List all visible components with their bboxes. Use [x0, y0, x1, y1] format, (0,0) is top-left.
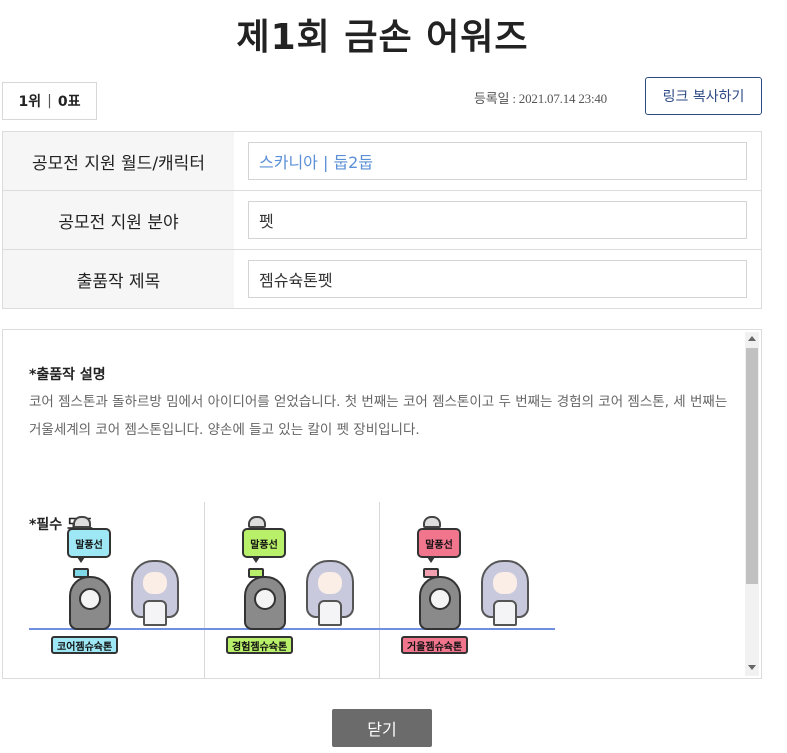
flower-icon — [79, 588, 101, 610]
stone-top-icon — [73, 516, 91, 528]
gemstone-pet-icon — [244, 568, 286, 630]
entry-title-field: 젬슈슉톤펫 — [248, 260, 747, 298]
pet-name-tag: 경험젬슈슉톤 — [226, 636, 294, 654]
flower-icon — [254, 588, 276, 610]
speech-bubble: 말풍선 — [67, 528, 111, 563]
info-label: 출품작 제목 — [3, 250, 234, 308]
stone-top-icon — [248, 516, 266, 528]
scroll-thumb[interactable] — [746, 348, 758, 584]
vertical-scrollbar[interactable] — [745, 332, 759, 676]
copy-link-button[interactable]: 링크 복사하기 — [645, 77, 762, 115]
scroll-down-arrow-icon[interactable] — [748, 665, 756, 670]
sprite-panel-experience: 말풍선 경험젬슈슉톤 — [204, 502, 379, 678]
character-face — [493, 572, 517, 594]
votes-label: 0표 — [57, 94, 81, 110]
character-dress — [143, 600, 167, 626]
description-panel: *출품작 설명 코어 젬스톤과 돌하르방 밈에서 아이디어를 얻었습니다. 첫 … — [2, 329, 762, 679]
rank-votes-box: 1위 | 0표 — [2, 82, 97, 120]
leaf-icon — [73, 568, 89, 578]
description-content: *출품작 설명 코어 젬스톤과 돌하르방 밈에서 아이디어를 얻었습니다. 첫 … — [29, 364, 729, 533]
leaf-icon — [423, 568, 439, 578]
leaf-icon — [248, 568, 264, 578]
sprite-panel-mirror: 말풍선 거울젬슈슉톤 — [379, 502, 554, 678]
rank-separator: | — [47, 93, 52, 109]
info-row-title: 출품작 제목 젬슈슉톤펫 — [3, 250, 761, 308]
gemstone-pet-icon — [419, 568, 461, 630]
info-label: 공모전 지원 분야 — [3, 191, 234, 249]
info-value-cell: 젬슈슉톤펫 — [234, 250, 761, 308]
sprite-showcase: 말풍선 코어젬슈슉톤 말풍선 경험젬슈슉톤 말풍선 거울젬슈슉톤 — [29, 502, 559, 678]
description-heading: *출품작 설명 — [29, 367, 106, 383]
close-button[interactable]: 닫기 — [332, 709, 432, 747]
scroll-up-arrow-icon[interactable] — [748, 336, 756, 341]
registration-date: 등록일 : 2021.07.14 23:40 — [474, 91, 607, 106]
character-dress — [318, 600, 342, 626]
speech-bubble: 말풍선 — [417, 528, 461, 563]
sprite-panel-core: 말풍선 코어젬슈슉톤 — [29, 502, 204, 678]
character-icon — [481, 560, 529, 630]
character-face — [143, 572, 167, 594]
rank-label: 1위 — [18, 94, 42, 110]
entry-info-table: 공모전 지원 월드/캐릭터 스카니아 | 둡2둡 공모전 지원 분야 펫 출품작… — [2, 131, 762, 309]
category-field: 펫 — [248, 201, 747, 239]
pet-name-tag: 거울젬슈슉톤 — [401, 636, 469, 654]
info-row-world: 공모전 지원 월드/캐릭터 스카니아 | 둡2둡 — [3, 132, 761, 191]
page-title: 제1회 금손 어워즈 — [236, 17, 529, 58]
info-value-cell: 펫 — [234, 191, 761, 249]
info-row-category: 공모전 지원 분야 펫 — [3, 191, 761, 250]
pet-name-tag: 코어젬슈슉톤 — [51, 636, 119, 654]
character-icon — [306, 560, 354, 630]
speech-bubble: 말풍선 — [242, 528, 286, 563]
character-dress — [493, 600, 517, 626]
gemstone-pet-icon — [69, 568, 111, 630]
character-icon — [131, 560, 179, 630]
description-text: 코어 젬스톤과 돌하르방 밈에서 아이디어를 얻었습니다. 첫 번째는 코어 젬… — [29, 394, 728, 438]
stone-top-icon — [423, 516, 441, 528]
flower-icon — [429, 588, 451, 610]
info-value-cell: 스카니아 | 둡2둡 — [234, 132, 761, 190]
character-face — [318, 572, 342, 594]
info-label: 공모전 지원 월드/캐릭터 — [3, 132, 234, 190]
world-character-link[interactable]: 스카니아 | 둡2둡 — [248, 142, 747, 180]
